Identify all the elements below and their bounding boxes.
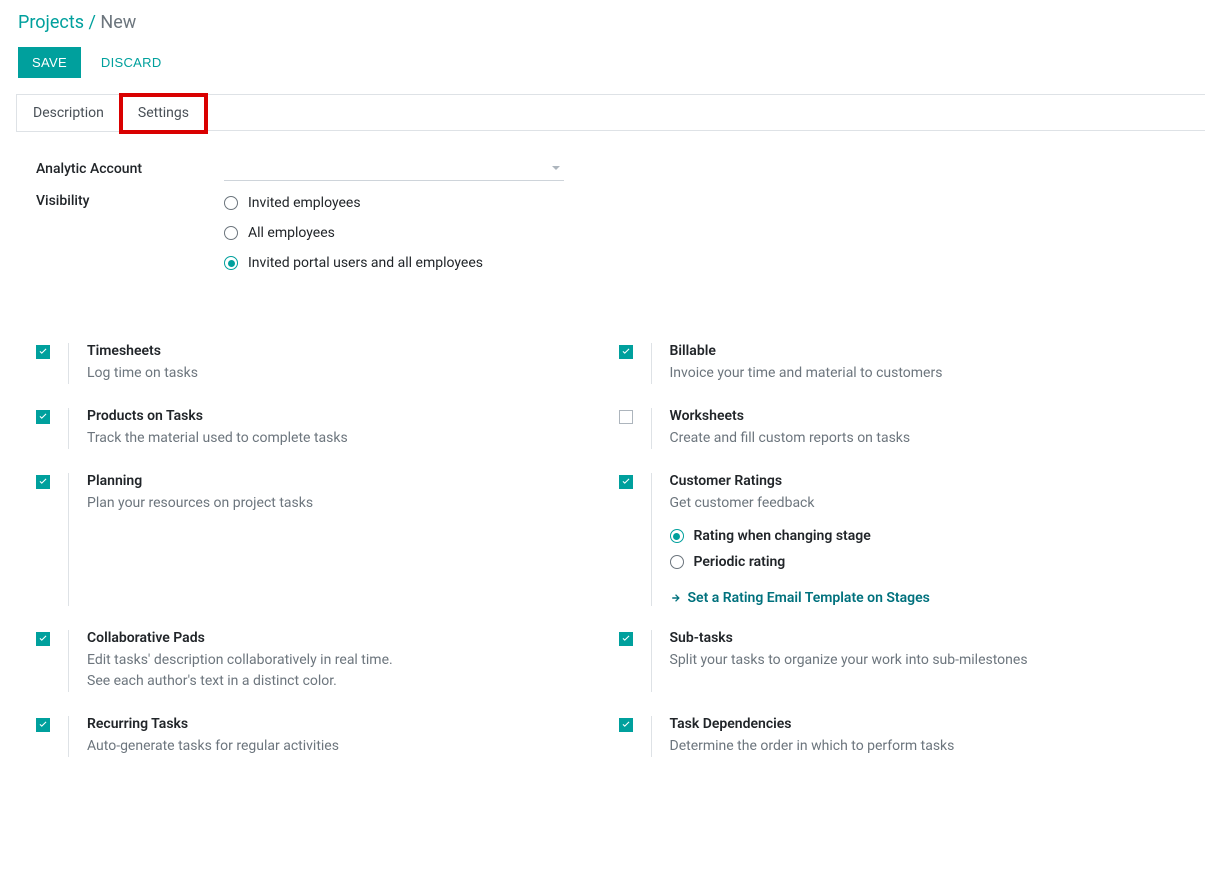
ratings-desc: Get customer feedback <box>670 493 930 514</box>
subtasks-desc: Split your tasks to organize your work i… <box>670 650 1028 671</box>
visibility-option-portal[interactable]: Invited portal users and all employees <box>224 255 564 271</box>
divider <box>68 343 69 384</box>
recurring-checkbox[interactable] <box>36 718 50 732</box>
subtasks-checkbox[interactable] <box>619 632 633 646</box>
radio-icon <box>224 196 238 210</box>
divider <box>68 630 69 692</box>
tabs: Description Settings <box>16 95 1205 131</box>
radio-label: Invited employees <box>248 195 361 211</box>
breadcrumb-separator: / <box>88 12 95 33</box>
products-checkbox[interactable] <box>36 410 50 424</box>
divider <box>651 630 652 692</box>
products-title: Products on Tasks <box>87 408 348 424</box>
planning-title: Planning <box>87 473 313 489</box>
subtasks-title: Sub-tasks <box>670 630 1028 646</box>
worksheets-desc: Create and fill custom reports on tasks <box>670 428 911 449</box>
arrow-right-icon <box>670 592 682 604</box>
radio-label: Periodic rating <box>694 554 786 570</box>
ratings-checkbox[interactable] <box>619 475 633 489</box>
radio-label: Invited portal users and all employees <box>248 255 483 271</box>
radio-icon <box>224 256 238 270</box>
divider <box>651 473 652 606</box>
analytic-account-label: Analytic Account <box>36 159 224 177</box>
pads-desc2: See each author's text in a distinct col… <box>87 671 393 692</box>
planning-checkbox[interactable] <box>36 475 50 489</box>
billable-title: Billable <box>670 343 943 359</box>
tab-settings[interactable]: Settings <box>121 95 206 132</box>
divider <box>651 343 652 384</box>
dependencies-checkbox[interactable] <box>619 718 633 732</box>
tab-description[interactable]: Description <box>16 95 121 132</box>
timesheets-checkbox[interactable] <box>36 345 50 359</box>
timesheets-desc: Log time on tasks <box>87 363 198 384</box>
dependencies-title: Task Dependencies <box>670 716 955 732</box>
billable-desc: Invoice your time and material to custom… <box>670 363 943 384</box>
radio-icon <box>670 529 684 543</box>
billable-checkbox[interactable] <box>619 345 633 359</box>
pads-desc1: Edit tasks' description collaboratively … <box>87 650 393 671</box>
radio-label: All employees <box>248 225 335 241</box>
breadcrumb: Projects / New <box>18 12 1187 33</box>
save-button[interactable]: SAVE <box>18 47 81 78</box>
worksheets-checkbox[interactable] <box>619 410 633 424</box>
divider <box>68 716 69 757</box>
breadcrumb-current: New <box>100 12 136 33</box>
recurring-desc: Auto-generate tasks for regular activiti… <box>87 736 339 757</box>
divider <box>651 716 652 757</box>
rating-option-on-stage[interactable]: Rating when changing stage <box>670 528 930 544</box>
breadcrumb-root[interactable]: Projects <box>18 12 84 33</box>
divider <box>651 408 652 449</box>
radio-label: Rating when changing stage <box>694 528 871 544</box>
radio-icon <box>224 226 238 240</box>
divider <box>68 473 69 606</box>
visibility-label: Visibility <box>36 191 224 209</box>
rating-option-periodic[interactable]: Periodic rating <box>670 554 930 570</box>
recurring-title: Recurring Tasks <box>87 716 339 732</box>
rating-template-link-text: Set a Rating Email Template on Stages <box>688 590 930 606</box>
discard-button[interactable]: DISCARD <box>97 47 166 78</box>
worksheets-title: Worksheets <box>670 408 911 424</box>
dependencies-desc: Determine the order in which to perform … <box>670 736 955 757</box>
radio-icon <box>670 555 684 569</box>
ratings-title: Customer Ratings <box>670 473 930 489</box>
products-desc: Track the material used to complete task… <box>87 428 348 449</box>
divider <box>68 408 69 449</box>
visibility-option-all[interactable]: All employees <box>224 225 564 241</box>
timesheets-title: Timesheets <box>87 343 198 359</box>
pads-title: Collaborative Pads <box>87 630 393 646</box>
planning-desc: Plan your resources on project tasks <box>87 493 313 514</box>
analytic-account-select[interactable] <box>224 159 564 181</box>
visibility-option-invited[interactable]: Invited employees <box>224 195 564 211</box>
pads-checkbox[interactable] <box>36 632 50 646</box>
rating-template-link[interactable]: Set a Rating Email Template on Stages <box>670 590 930 606</box>
